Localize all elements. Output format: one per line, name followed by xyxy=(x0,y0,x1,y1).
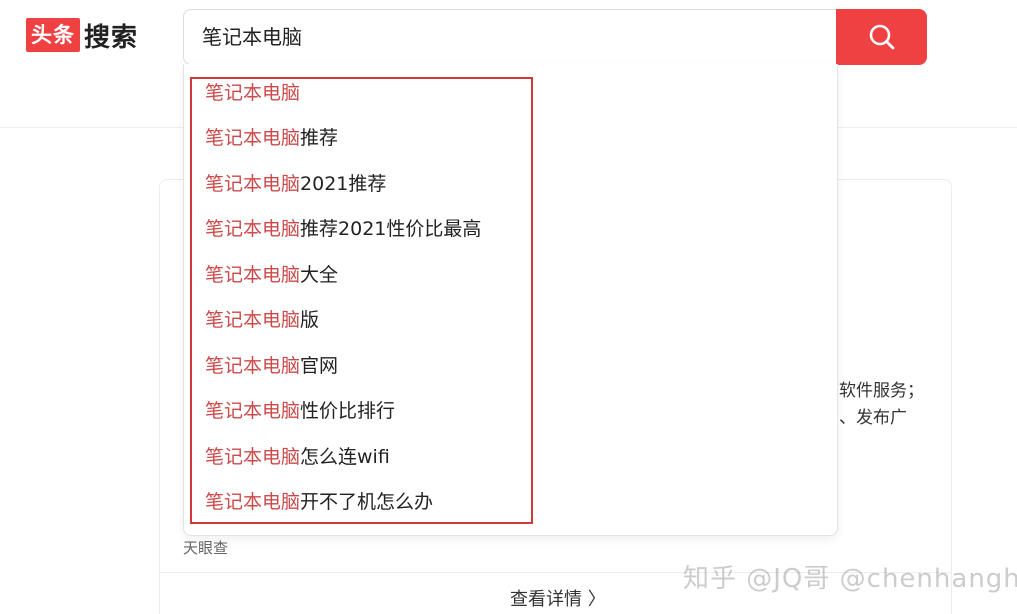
suggestion-item[interactable]: 笔记本电脑官网 xyxy=(205,354,338,378)
result-source: 天眼查 xyxy=(183,539,229,557)
suggestion-completion: 2021推荐 xyxy=(300,173,387,195)
suggestion-completion: 怎么连wifi xyxy=(300,446,390,468)
suggestion-match: 笔记本电脑 xyxy=(205,127,301,149)
suggestion-completion: 版 xyxy=(300,309,320,331)
suggestion-match: 笔记本电脑 xyxy=(205,264,301,286)
suggestion-item[interactable]: 笔记本电脑怎么连wifi xyxy=(205,445,390,469)
suggestion-completion: 性价比排行 xyxy=(300,400,396,422)
suggestion-match: 笔记本电脑 xyxy=(205,400,301,422)
suggestion-completion: 推荐2021性价比最高 xyxy=(300,218,482,240)
suggestion-item[interactable]: 笔记本电脑推荐2021性价比最高 xyxy=(205,217,481,241)
suggestion-match: 笔记本电脑 xyxy=(205,218,301,240)
suggestion-match: 笔记本电脑 xyxy=(205,309,301,331)
suggestion-item[interactable]: 笔记本电脑开不了机怎么办 xyxy=(205,490,433,514)
suggestion-item[interactable]: 笔记本电脑推荐 xyxy=(205,126,338,150)
logo-word: 搜索 xyxy=(84,22,139,53)
search-button[interactable] xyxy=(836,9,927,65)
suggestion-item[interactable]: 笔记本电脑性价比排行 xyxy=(205,399,395,423)
search-icon xyxy=(869,24,894,50)
view-details-link[interactable]: 查看详情 〉 xyxy=(510,585,606,611)
logo-brand: 头条 xyxy=(26,18,80,52)
suggestion-item[interactable]: 笔记本电脑2021推荐 xyxy=(205,172,386,196)
suggestion-completion: 推荐 xyxy=(300,127,339,149)
toutiao-search-logo[interactable]: 头条 搜索 xyxy=(26,18,139,53)
suggestion-completion: 官网 xyxy=(300,355,339,377)
suggestion-item[interactable]: 笔记本电脑 xyxy=(205,81,300,105)
suggestion-completion: 开不了机怎么办 xyxy=(300,491,434,513)
result-snippet-line: 、发布广 xyxy=(839,408,907,428)
suggestion-match: 笔记本电脑 xyxy=(205,355,301,377)
watermark: 知乎 @JQ哥 @chenhanghang7 xyxy=(683,564,1017,594)
suggestion-match: 笔记本电脑 xyxy=(205,491,301,513)
suggestion-completion: 大全 xyxy=(300,264,339,286)
search-input[interactable]: 笔记本电脑 xyxy=(183,9,837,65)
result-snippet-line: 软件服务； xyxy=(839,381,924,401)
suggestion-match: 笔记本电脑 xyxy=(205,446,301,468)
suggestion-item[interactable]: 笔记本电脑大全 xyxy=(205,263,338,287)
suggestion-match: 笔记本电脑 xyxy=(205,82,301,104)
suggestion-match: 笔记本电脑 xyxy=(205,173,301,195)
suggestion-item[interactable]: 笔记本电脑版 xyxy=(205,308,319,332)
